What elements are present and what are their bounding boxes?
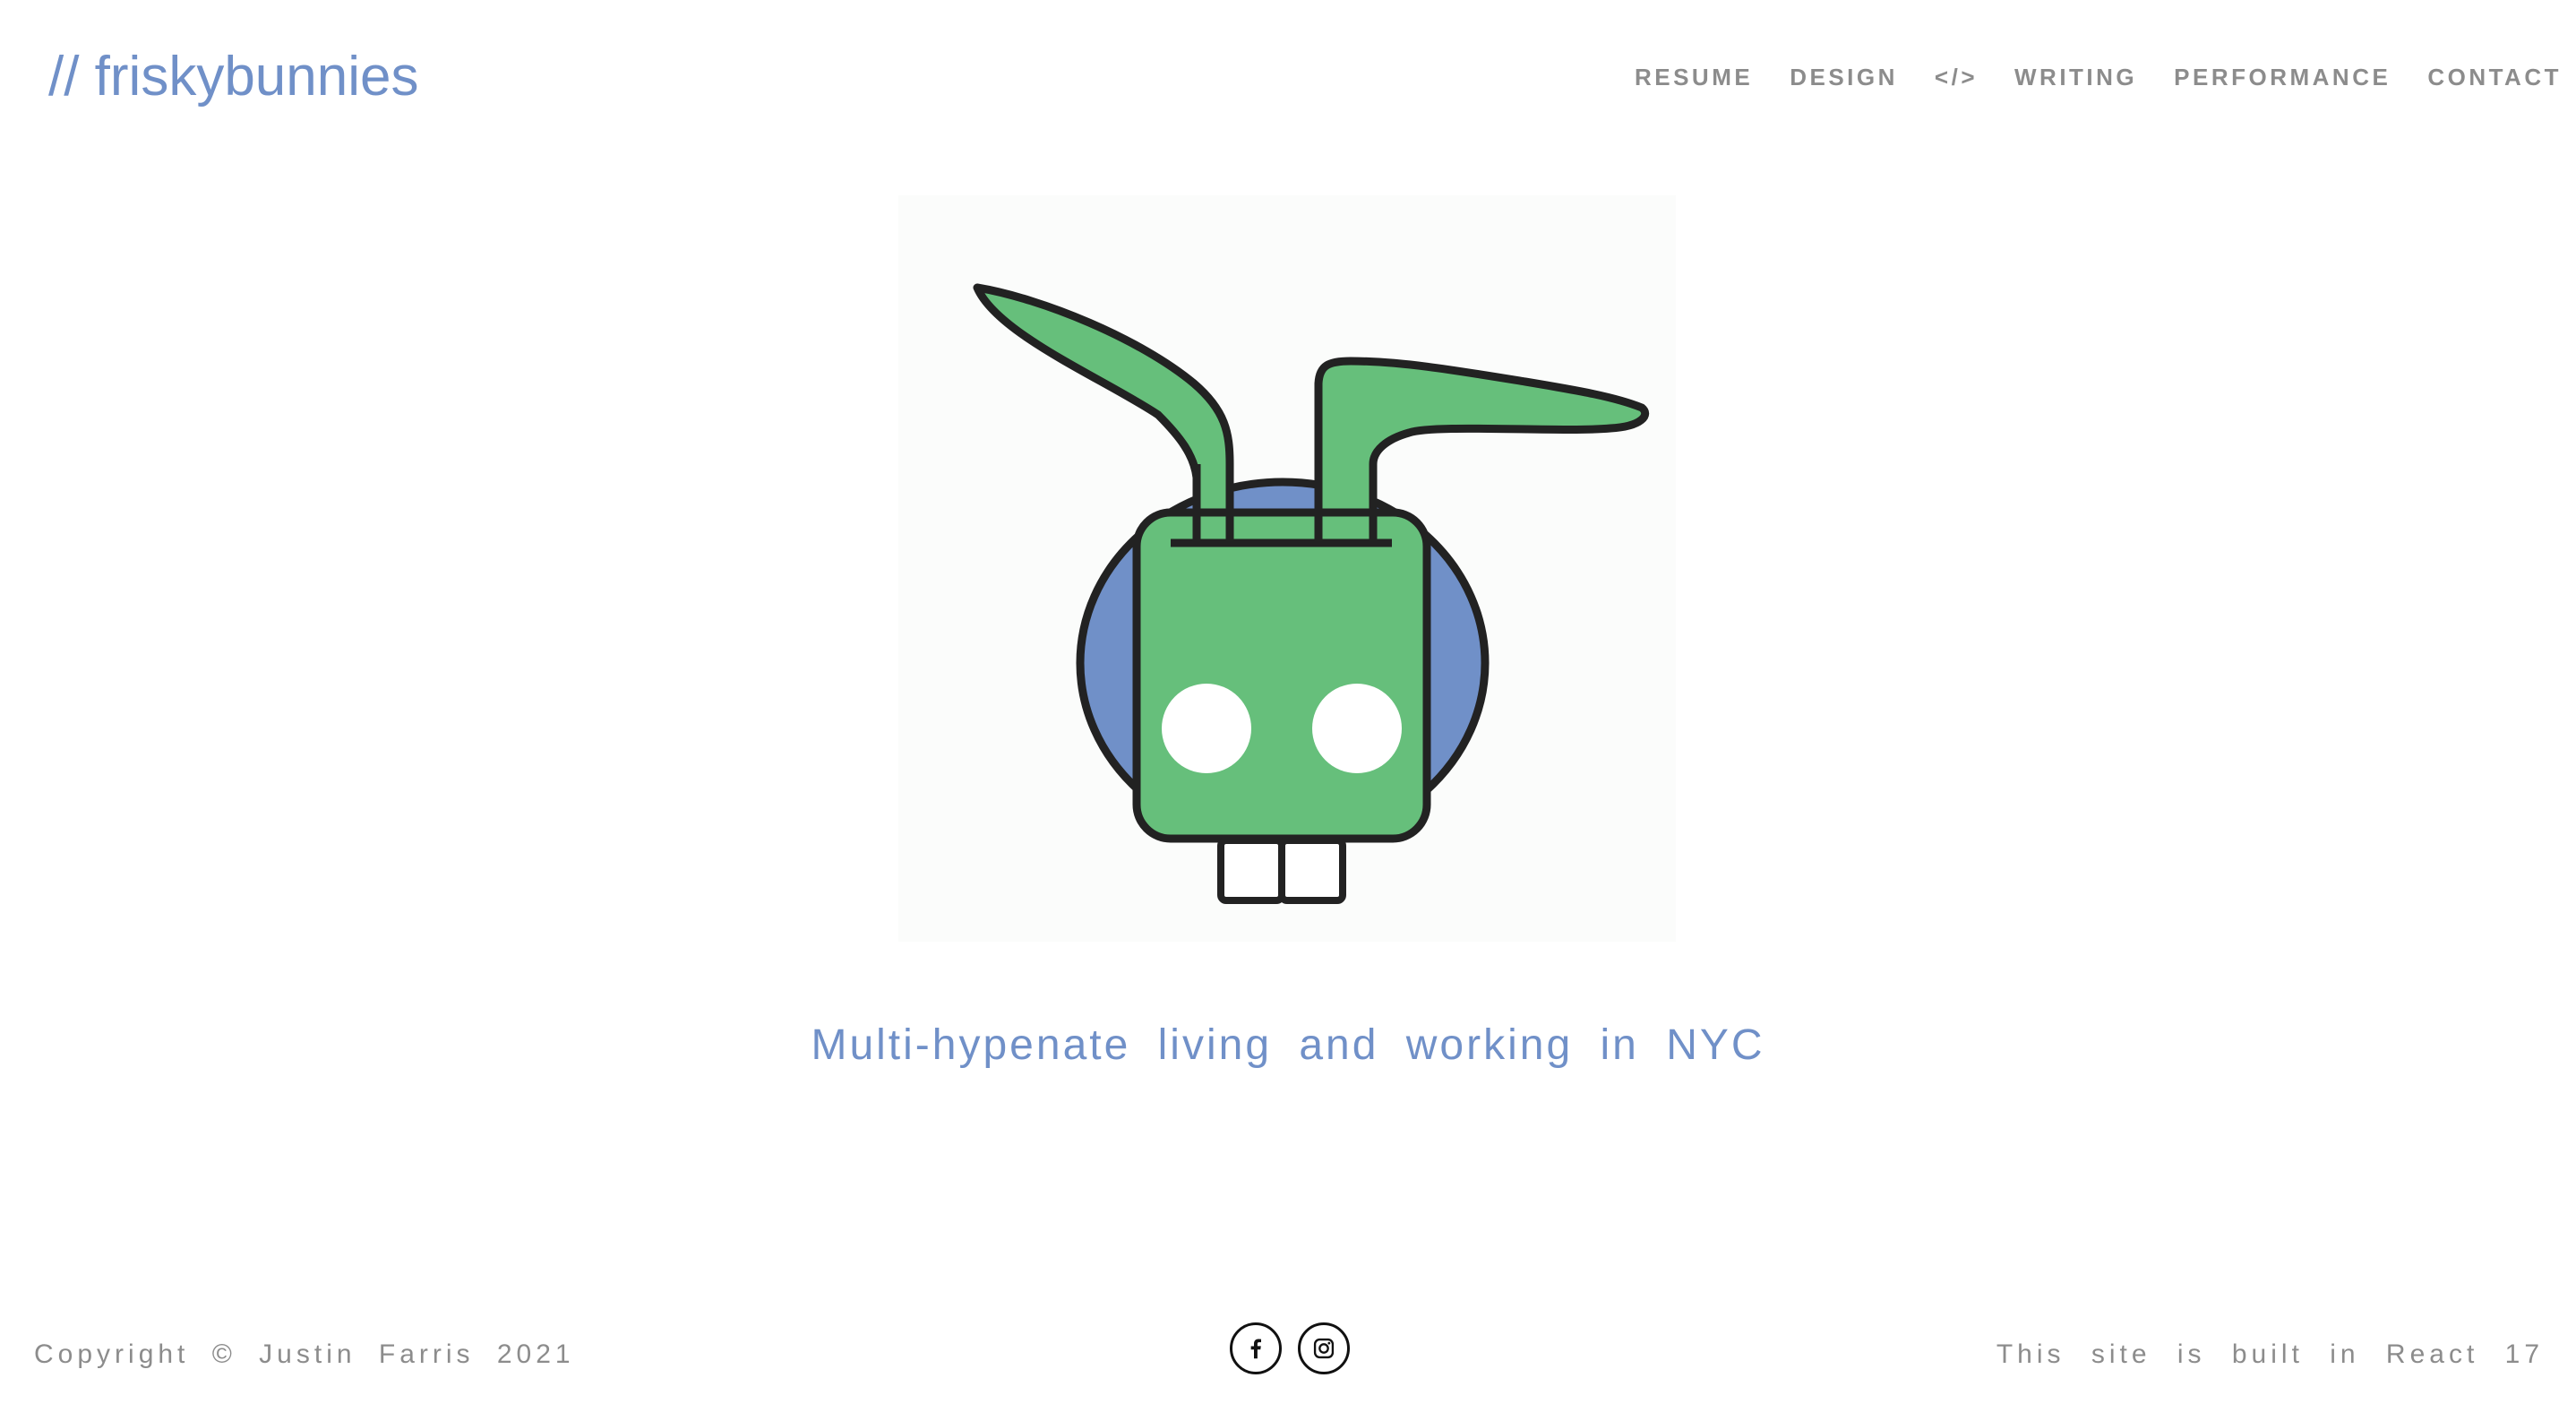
hero-tagline: Multi-hypenate living and working in NYC — [811, 1021, 1765, 1069]
nav-resume[interactable]: RESUME — [1635, 64, 1753, 91]
facebook-icon — [1250, 1339, 1261, 1359]
nav-design[interactable]: DESIGN — [1790, 64, 1898, 91]
nav-performance[interactable]: PERFORMANCE — [2174, 64, 2391, 91]
nav-writing[interactable]: WRITING — [2014, 64, 2137, 91]
hero-image — [898, 195, 1676, 942]
bunny-robot-icon — [973, 283, 1650, 904]
copyright-text: Copyright © Justin Farris 2021 — [34, 1339, 575, 1369]
built-with-text: This site is built in React 17 — [1996, 1339, 2544, 1369]
instagram-button[interactable] — [1298, 1322, 1350, 1374]
nav-code[interactable]: </> — [1935, 64, 1978, 91]
nav-contact[interactable]: CONTACT — [2427, 64, 2562, 91]
facebook-button[interactable] — [1230, 1322, 1282, 1374]
main-nav: RESUME DESIGN </> WRITING PERFORMANCE CO… — [1598, 57, 2562, 97]
social-links — [1230, 1322, 1350, 1374]
instagram-icon — [1313, 1338, 1335, 1359]
site-logo[interactable]: // friskybunnies — [48, 41, 419, 113]
